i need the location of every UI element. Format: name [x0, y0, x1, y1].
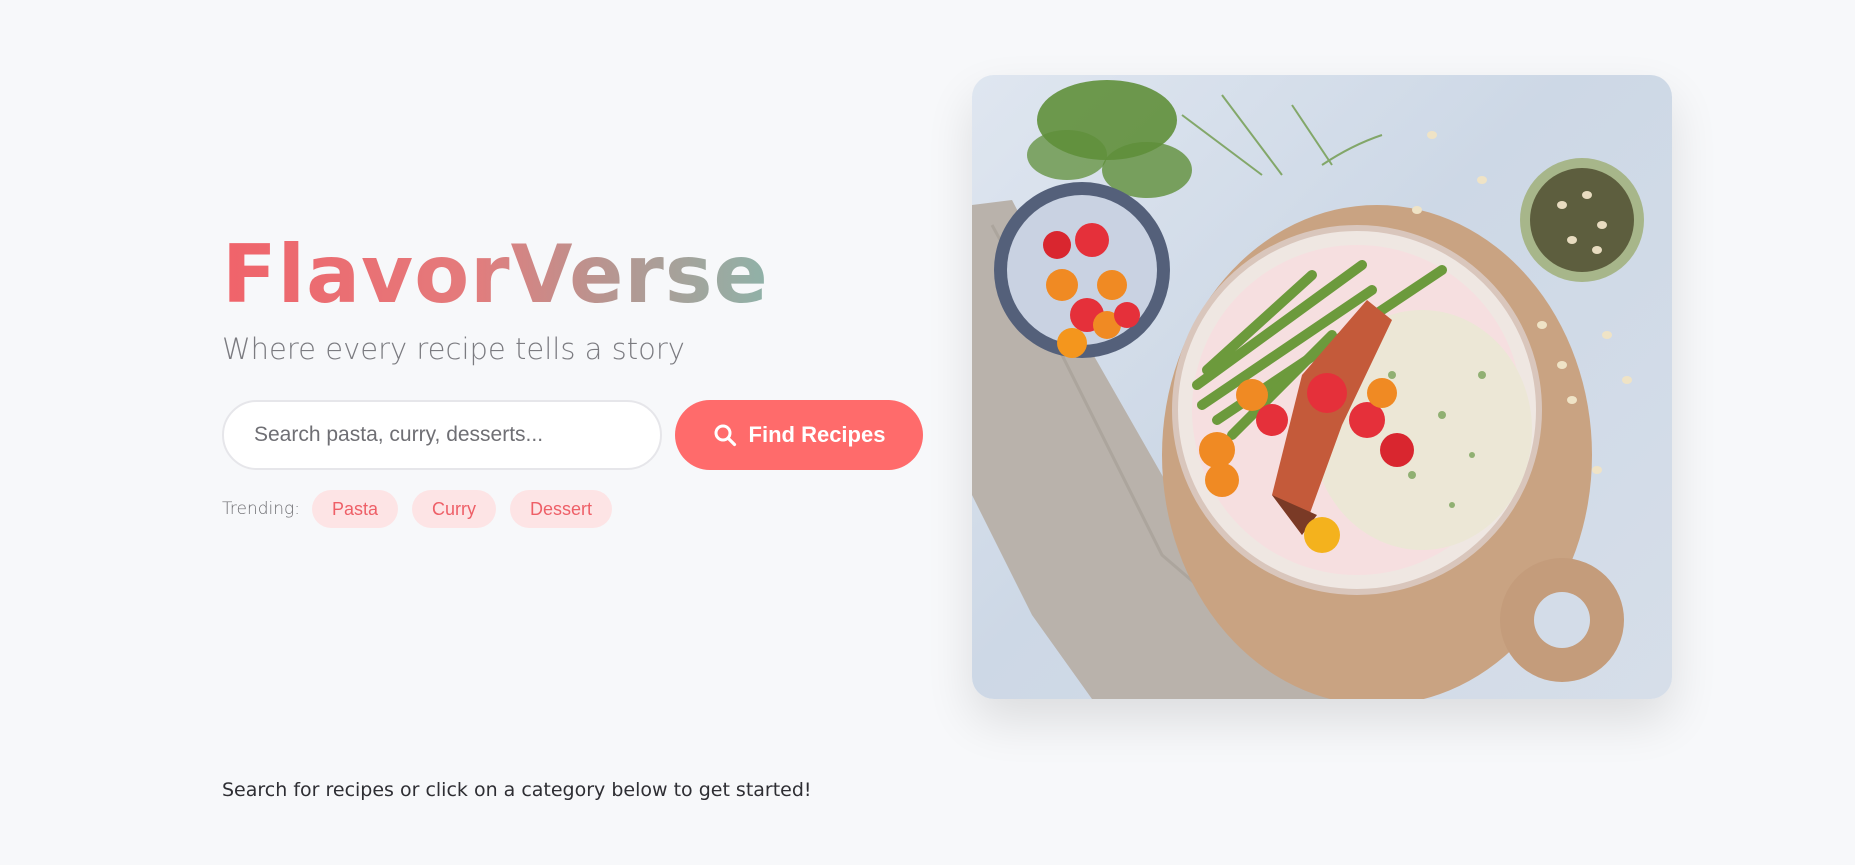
trending-tag-curry[interactable]: Curry	[411, 490, 496, 528]
search-icon	[713, 423, 737, 447]
trending-tag-dessert[interactable]: Dessert	[509, 490, 612, 528]
search-input[interactable]	[222, 400, 662, 470]
tagline: Where every recipe tells a story	[222, 332, 685, 366]
trending-label: Trending:	[222, 499, 300, 519]
search-bar: Find Recipes	[222, 400, 942, 470]
hero-section: FlavorVerse Where every recipe tells a s…	[222, 230, 942, 528]
find-recipes-label: Find Recipes	[748, 422, 886, 447]
find-recipes-button[interactable]: Find Recipes	[675, 400, 923, 470]
getting-started-hint: Search for recipes or click on a categor…	[222, 779, 812, 801]
trending-row: Trending: Pasta Curry Dessert	[222, 490, 942, 528]
brand-title: FlavorVerse	[222, 228, 769, 321]
trending-tag-pasta[interactable]: Pasta	[311, 490, 398, 528]
hero-food-image	[972, 75, 1672, 699]
